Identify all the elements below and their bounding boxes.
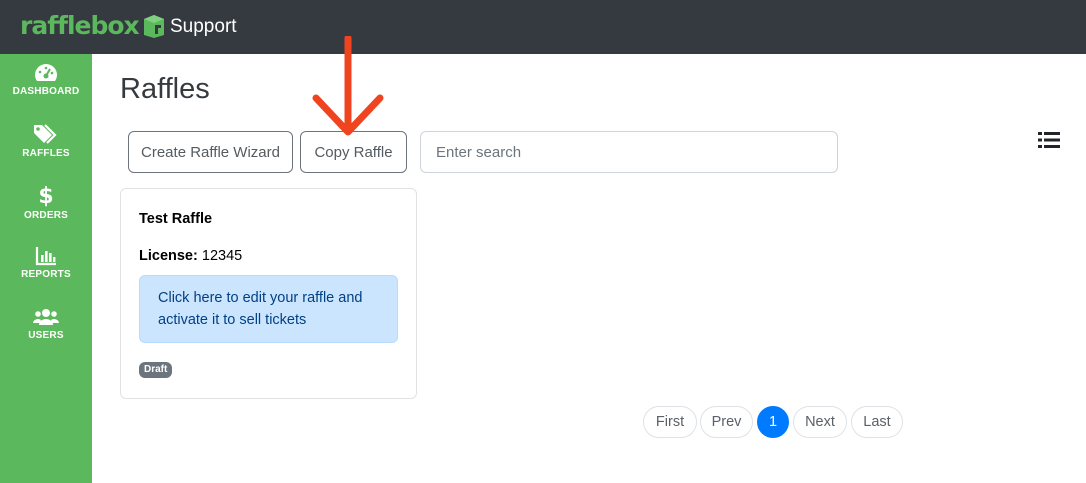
status-badge: Draft (139, 362, 173, 378)
section-title: Support (170, 16, 237, 37)
raffle-license: License: 12345 (139, 248, 242, 264)
sidebar-item-orders[interactable]: $ ORDERS (0, 183, 92, 221)
bar-chart-icon (0, 246, 92, 266)
logo-ticket-icon (142, 13, 166, 39)
pagination-first-button[interactable]: First (643, 406, 697, 438)
annotation-arrow-icon (312, 36, 384, 136)
raffle-card: Test Raffle License: 12345 Click here to… (120, 188, 417, 399)
sidebar-item-raffles[interactable]: RAFFLES (0, 123, 92, 159)
license-label: License: (139, 248, 198, 264)
page-title: Raffles (120, 73, 210, 105)
svg-text:$: $ (39, 184, 53, 207)
license-value: 12345 (201, 248, 243, 264)
rafflebox-logo[interactable]: rafflebox (20, 10, 166, 42)
sidebar-item-users[interactable]: USERS (0, 307, 92, 341)
logo-text: rafflebox (20, 11, 140, 40)
users-icon (0, 307, 92, 327)
sidebar-item-label: USERS (28, 330, 64, 341)
sidebar-item-reports[interactable]: REPORTS (0, 246, 92, 280)
sidebar-item-label: ORDERS (24, 210, 68, 221)
top-navbar: rafflebox Support (0, 0, 1086, 54)
list-icon[interactable] (1038, 131, 1062, 151)
dollar-icon: $ (0, 183, 92, 207)
dashboard-icon (0, 63, 92, 83)
pagination-page-button[interactable]: 1 (757, 406, 789, 438)
pagination-prev-button[interactable]: Prev (700, 406, 753, 438)
create-raffle-wizard-button[interactable]: Create Raffle Wizard (128, 131, 293, 173)
tags-icon (0, 123, 92, 145)
search-input[interactable] (420, 131, 838, 173)
edit-raffle-alert[interactable]: Click here to edit your raffle and activ… (139, 275, 398, 343)
sidebar: DASHBOARD RAFFLES $ ORDERS REPORTS USERS (0, 54, 92, 483)
pagination-next-button[interactable]: Next (793, 406, 847, 438)
sidebar-item-dashboard[interactable]: DASHBOARD (0, 63, 92, 97)
sidebar-item-label: RAFFLES (22, 148, 70, 159)
pagination-last-button[interactable]: Last (851, 406, 903, 438)
raffle-title: Test Raffle (139, 211, 213, 227)
sidebar-item-label: REPORTS (21, 269, 71, 280)
sidebar-item-label: DASHBOARD (12, 86, 80, 97)
